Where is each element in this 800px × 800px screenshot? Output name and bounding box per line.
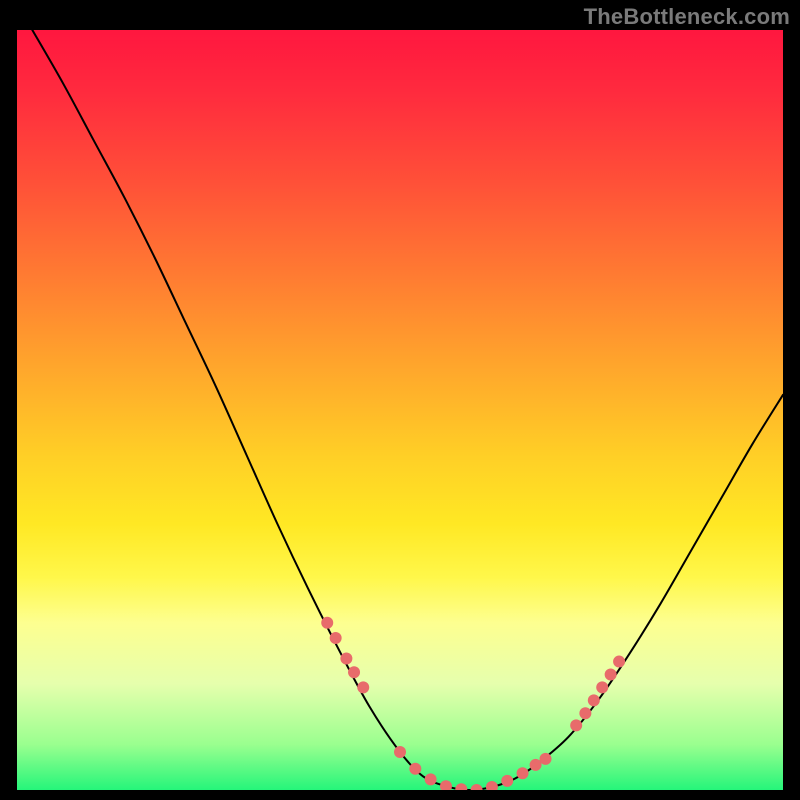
marker-dot xyxy=(340,653,352,665)
marker-dot xyxy=(321,617,333,629)
marker-dot xyxy=(330,632,342,644)
marker-dot xyxy=(471,784,483,790)
marker-dot xyxy=(425,773,437,785)
marker-dot xyxy=(588,694,600,706)
marker-dot xyxy=(540,753,552,765)
marker-dot xyxy=(501,775,513,787)
marker-dot xyxy=(517,767,529,779)
marker-dot xyxy=(394,746,406,758)
plot-area xyxy=(17,30,783,790)
marker-dot xyxy=(605,668,617,680)
marker-dot xyxy=(409,763,421,775)
marker-dot xyxy=(486,781,498,790)
marker-dot xyxy=(596,681,608,693)
bottleneck-curve xyxy=(32,30,783,790)
marker-dot xyxy=(440,780,452,790)
chart-svg xyxy=(17,30,783,790)
marker-dot xyxy=(348,666,360,678)
marker-dot xyxy=(613,656,625,668)
marker-dot xyxy=(530,759,542,771)
marker-dot xyxy=(570,719,582,731)
marker-dot xyxy=(357,681,369,693)
marker-dot xyxy=(579,707,591,719)
marker-dot xyxy=(455,783,467,790)
watermark-label: TheBottleneck.com xyxy=(584,4,790,30)
chart-frame: TheBottleneck.com xyxy=(0,0,800,800)
